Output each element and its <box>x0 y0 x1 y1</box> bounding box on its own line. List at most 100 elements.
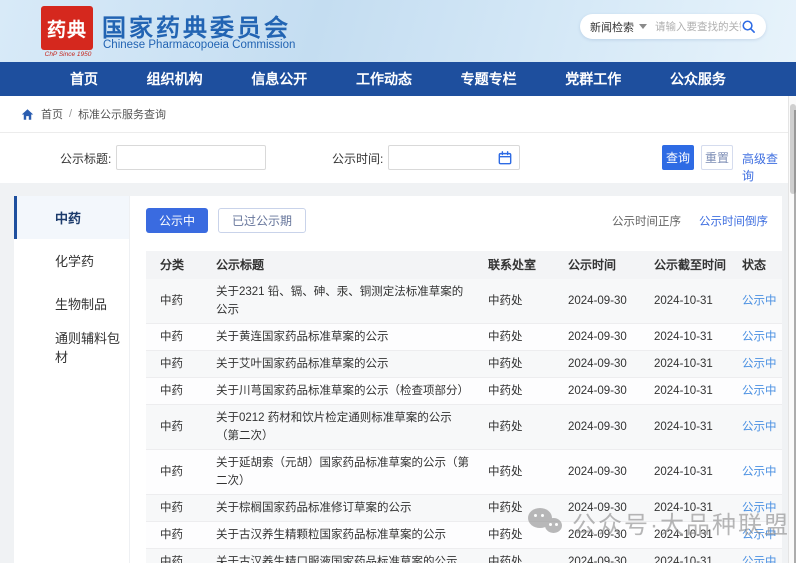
breadcrumb-current: 标准公示服务查询 <box>78 109 167 121</box>
status-link[interactable]: 公示中 <box>742 556 777 563</box>
table-row[interactable]: 中药 关于古汉养生精口服液国家药品标准草案的公示 中药处 2024-09-30 … <box>146 549 782 563</box>
sidebar-item[interactable]: 通则辅料包材 <box>14 325 129 368</box>
title-filter-input[interactable] <box>116 145 266 170</box>
sidebar-item[interactable]: 化学药 <box>14 239 129 282</box>
status-link[interactable]: 公示中 <box>742 421 777 433</box>
cell-deadline: 2024-10-31 <box>654 466 713 478</box>
cell-title-link[interactable]: 关于2321 铅、镉、砷、汞、铜测定法标准草案的公示 <box>202 283 474 319</box>
status-link[interactable]: 公示中 <box>742 502 777 514</box>
cell-title-link[interactable]: 关于古汉养生精口服液国家药品标准草案的公示 <box>202 553 474 563</box>
status-link[interactable]: 公示中 <box>742 295 777 307</box>
cell-deadline: 2024-10-31 <box>654 331 713 343</box>
cell-office: 中药处 <box>488 295 523 307</box>
cell-title-link[interactable]: 关于黄连国家药品标准草案的公示 <box>202 328 474 346</box>
cell-category: 中药 <box>160 466 183 478</box>
page: 药典 ChP Since 1950 国家药典委员会 Chinese Pharma… <box>0 0 796 563</box>
cell-office: 中药处 <box>488 331 523 343</box>
status-link[interactable]: 公示中 <box>742 358 777 370</box>
cell-title-link[interactable]: 关于0212 药材和饮片检定通则标准草案的公示（第二次） <box>202 409 474 445</box>
table-row[interactable]: 中药 关于棕榈国家药品标准修订草案的公示 中药处 2024-09-30 2024… <box>146 495 782 522</box>
cell-deadline: 2024-10-31 <box>654 529 713 541</box>
sort-time-descending[interactable]: 公示时间倒序 <box>699 213 768 229</box>
cell-deadline: 2024-10-31 <box>654 385 713 397</box>
cell-category: 中药 <box>160 502 183 514</box>
cell-category: 中药 <box>160 331 183 343</box>
site-title: 国家药典委员会 <box>102 15 291 42</box>
search-category-dropdown[interactable]: 新闻检索 <box>590 19 647 35</box>
status-link[interactable]: 公示中 <box>742 466 777 478</box>
publicity-table: 分类 公示标题 联系处室 公示时间 公示截至时间 状态 中药 关于2321 铅、… <box>146 251 782 563</box>
cell-title-link[interactable]: 关于棕榈国家药品标准修订草案的公示 <box>202 499 474 517</box>
cell-publish-date: 2024-09-30 <box>568 502 627 514</box>
table-row[interactable]: 中药 关于古汉养生精颗粒国家药品标准草案的公示 中药处 2024-09-30 2… <box>146 522 782 549</box>
table-row[interactable]: 中药 关于川芎国家药品标准草案的公示（检查项部分） 中药处 2024-09-30… <box>146 378 782 405</box>
cell-deadline: 2024-10-31 <box>654 358 713 370</box>
cell-publish-date: 2024-09-30 <box>568 385 627 397</box>
cell-office: 中药处 <box>488 421 523 433</box>
search-input[interactable] <box>655 20 741 33</box>
advanced-search-label: 高级查询 <box>742 152 779 183</box>
time-filter-label: 公示时间: <box>332 152 384 166</box>
table-row[interactable]: 中药 关于黄连国家药品标准草案的公示 中药处 2024-09-30 2024-1… <box>146 324 782 351</box>
cell-deadline: 2024-10-31 <box>654 502 713 514</box>
table-row[interactable]: 中药 关于0212 药材和饮片检定通则标准草案的公示（第二次） 中药处 2024… <box>146 405 782 450</box>
cell-publish-date: 2024-09-30 <box>568 331 627 343</box>
nav-item[interactable]: 专题专栏 <box>461 69 517 89</box>
nav-item[interactable]: 公众服务 <box>670 69 726 89</box>
cell-office: 中药处 <box>488 466 523 478</box>
chevron-down-icon <box>639 24 647 29</box>
filter-bar: 公示标题: 公示时间: 查询 重置 高级查询 <box>0 133 796 183</box>
table-header: 分类 公示标题 联系处室 公示时间 公示截至时间 状态 <box>146 251 782 279</box>
site-header: 药典 ChP Since 1950 国家药典委员会 Chinese Pharma… <box>0 0 796 62</box>
table-body: 中药 关于2321 铅、镉、砷、汞、铜测定法标准草案的公示 中药处 2024-0… <box>146 279 782 563</box>
status-link[interactable]: 公示中 <box>742 385 777 397</box>
content-panel: 中药 化学药 生物制品 通则辅料包材 公示中 已过公示期 公示时间正序 公示时间… <box>14 196 782 563</box>
column-category: 分类 <box>160 258 185 272</box>
tab-in-publicity[interactable]: 公示中 <box>146 208 209 233</box>
nav-item[interactable]: 组织机构 <box>147 69 203 89</box>
cell-publish-date: 2024-09-30 <box>568 295 627 307</box>
sort-links: 公示时间正序 公示时间倒序 <box>594 213 768 229</box>
nav-item[interactable]: 首页 <box>70 69 98 89</box>
nav-item[interactable]: 工作动态 <box>356 69 412 89</box>
sort-time-ascending[interactable]: 公示时间正序 <box>612 213 681 229</box>
main-nav: 首页 组织机构 信息公开 工作动态 专题专栏 党群工作 公众服务 <box>0 62 796 96</box>
table-row[interactable]: 中药 关于艾叶国家药品标准草案的公示 中药处 2024-09-30 2024-1… <box>146 351 782 378</box>
search-category-label: 新闻检索 <box>590 21 634 34</box>
cell-office: 中药处 <box>488 358 523 370</box>
home-icon[interactable] <box>21 108 34 121</box>
search-icon[interactable] <box>741 19 756 34</box>
status-link[interactable]: 公示中 <box>742 529 777 541</box>
sidebar-item[interactable]: 生物制品 <box>14 282 129 325</box>
query-button[interactable]: 查询 <box>662 145 694 170</box>
cell-title-link[interactable]: 关于川芎国家药品标准草案的公示（检查项部分） <box>202 382 474 400</box>
column-title: 公示标题 <box>216 258 265 272</box>
cell-office: 中药处 <box>488 502 523 514</box>
cell-title-link[interactable]: 关于延胡索（元胡）国家药品标准草案的公示（第二次） <box>202 454 474 490</box>
status-link[interactable]: 公示中 <box>742 331 777 343</box>
header-search[interactable]: 新闻检索 <box>580 14 766 39</box>
cell-office: 中药处 <box>488 556 523 563</box>
category-sidebar: 中药 化学药 生物制品 通则辅料包材 <box>14 196 130 563</box>
tab-expired-publicity[interactable]: 已过公示期 <box>218 208 307 233</box>
cell-publish-date: 2024-09-30 <box>568 421 627 433</box>
tab-row: 公示中 已过公示期 公示时间正序 公示时间倒序 <box>146 208 768 233</box>
chp-seal-logo: 药典 <box>41 6 93 50</box>
sidebar-item[interactable]: 中药 <box>14 196 129 239</box>
title-filter-label: 公示标题: <box>60 152 112 166</box>
nav-item[interactable]: 信息公开 <box>251 69 307 89</box>
cell-category: 中药 <box>160 529 183 541</box>
breadcrumb-separator: / <box>69 108 73 120</box>
nav-item[interactable]: 党群工作 <box>565 69 621 89</box>
cell-deadline: 2024-10-31 <box>654 295 713 307</box>
cell-title-link[interactable]: 关于艾叶国家药品标准草案的公示 <box>202 355 474 373</box>
table-row[interactable]: 中药 关于2321 铅、镉、砷、汞、铜测定法标准草案的公示 中药处 2024-0… <box>146 279 782 324</box>
column-deadline: 公示截至时间 <box>654 258 727 272</box>
cell-title-link[interactable]: 关于古汉养生精颗粒国家药品标准草案的公示 <box>202 526 474 544</box>
main-area: 公示中 已过公示期 公示时间正序 公示时间倒序 分类 公示标题 联系处室 公示时… <box>131 196 782 563</box>
cell-publish-date: 2024-09-30 <box>568 556 627 563</box>
reset-button[interactable]: 重置 <box>701 145 733 170</box>
calendar-icon[interactable] <box>498 151 512 165</box>
table-row[interactable]: 中药 关于延胡索（元胡）国家药品标准草案的公示（第二次） 中药处 2024-09… <box>146 450 782 495</box>
breadcrumb-home-link[interactable]: 首页 <box>41 106 63 122</box>
